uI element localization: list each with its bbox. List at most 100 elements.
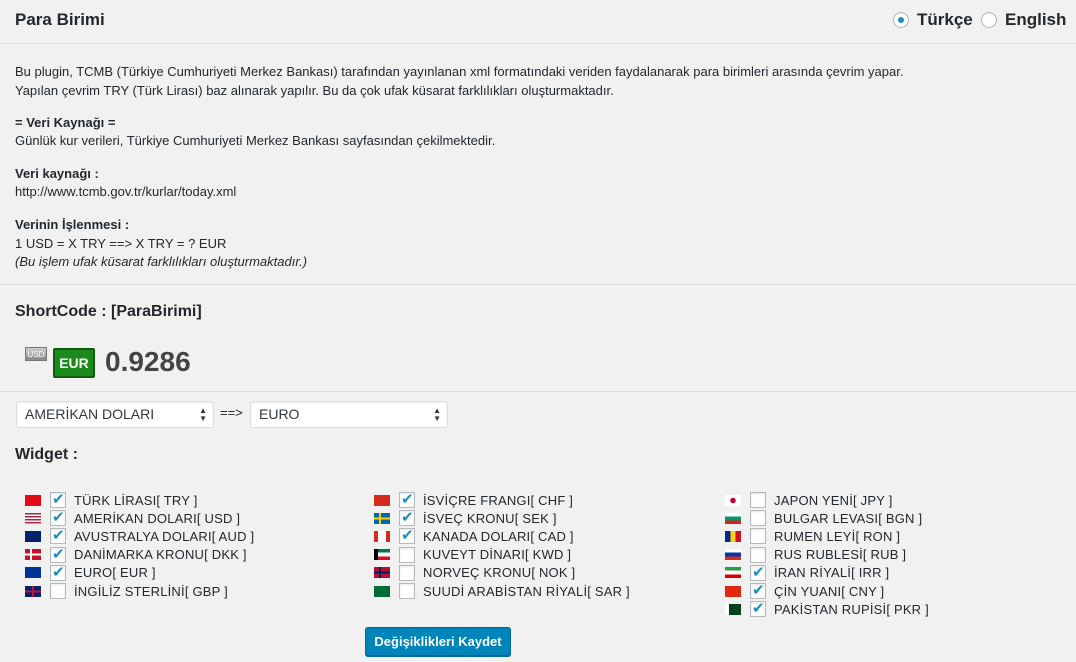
- source-heading: = Veri Kaynağı =: [15, 115, 116, 130]
- eur-badge: EUR: [53, 348, 95, 378]
- currency-checkbox[interactable]: [399, 490, 415, 508]
- widget-currency-item: ÇİN YUANI[ CNY ]: [725, 581, 885, 600]
- widget-currency-item: SUUDİ ARABİSTAN RİYALİ[ SAR ]: [374, 582, 630, 600]
- currency-checkbox[interactable]: [750, 581, 766, 599]
- currency-label: KUVEYT DİNARI[ KWD ]: [423, 547, 572, 563]
- widget-currency-item: PAKİSTAN RUPİSİ[ PKR ]: [725, 599, 929, 618]
- widget-currency-item: AMERİKAN DOLARI[ USD ]: [25, 508, 241, 527]
- lang-option-tr[interactable]: Türkçe: [893, 10, 973, 30]
- currency-checkbox[interactable]: [750, 563, 766, 581]
- widget-currency-item: İNGİLİZ STERLİNİ[ GBP ]: [25, 582, 228, 600]
- shortcode-heading: ShortCode : [ParaBirimi]: [15, 303, 202, 320]
- tr-flag-icon: [25, 494, 41, 506]
- currency-label: NORVEÇ KRONU[ NOK ]: [423, 565, 576, 581]
- currency-checkbox[interactable]: [399, 583, 415, 599]
- currency-checkbox[interactable]: [50, 563, 66, 581]
- currency-checkbox[interactable]: [750, 599, 766, 618]
- ru-flag-icon: [725, 549, 741, 561]
- lang-en-radio[interactable]: [981, 12, 997, 28]
- description-line-2: Yapılan çevrim TRY (Türk Lirası) baz alı…: [15, 83, 614, 98]
- save-changes-button[interactable]: Değişiklikleri Kaydet: [365, 627, 511, 656]
- currency-label: RUMEN LEYİ[ RON ]: [774, 528, 901, 544]
- divider: [0, 391, 1076, 392]
- divider: [0, 284, 1076, 285]
- currency-checkbox[interactable]: [399, 526, 415, 545]
- currency-checkbox[interactable]: [50, 583, 66, 599]
- currency-checkbox[interactable]: [50, 526, 66, 545]
- us-flag-icon: [25, 512, 41, 524]
- dk-flag-icon: [25, 549, 41, 561]
- widget-currency-item: BULGAR LEVASI[ BGN ]: [725, 509, 922, 527]
- currency-label: PAKİSTAN RUPİSİ[ PKR ]: [774, 601, 929, 617]
- gb-flag-icon: [25, 585, 41, 597]
- widget-currency-item: NORVEÇ KRONU[ NOK ]: [374, 564, 575, 582]
- cn-flag-icon: [725, 585, 741, 597]
- description-line-1: Bu plugin, TCMB (Türkiye Cumhuriyeti Mer…: [15, 64, 904, 79]
- widget-currency-item: JAPON YENİ[ JPY ]: [725, 491, 893, 509]
- sa-flag-icon: [374, 585, 390, 597]
- page-header: Para Birimi Türkçe English: [0, 0, 1076, 44]
- currency-label: SUUDİ ARABİSTAN RİYALİ[ SAR ]: [423, 583, 630, 599]
- currency-label: BULGAR LEVASI[ BGN ]: [774, 510, 923, 526]
- currency-label: İSVİÇRE FRANGI[ CHF ]: [423, 492, 574, 508]
- source-url: http://www.tcmb.gov.tr/kurlar/today.xml: [15, 184, 237, 199]
- currency-label: İRAN RİYALİ[ IRR ]: [774, 565, 890, 581]
- from-currency-select[interactable]: AMERİKAN DOLARI ▲ ▼: [16, 401, 214, 428]
- currency-checkbox[interactable]: [399, 508, 415, 527]
- lang-en-label: English: [1005, 10, 1067, 29]
- eu-flag-icon: [25, 567, 41, 579]
- widget-currency-item: KUVEYT DİNARI[ KWD ]: [374, 546, 571, 564]
- widget-currency-item: İSVİÇRE FRANGI[ CHF ]: [374, 490, 574, 509]
- ch-flag-icon: [374, 494, 390, 506]
- to-currency-value: EURO: [259, 406, 300, 422]
- kw-flag-icon: [374, 549, 390, 561]
- no-flag-icon: [374, 567, 390, 579]
- usd-badge: USD: [25, 347, 47, 361]
- currency-checkbox[interactable]: [750, 492, 766, 508]
- currency-label: AMERİKAN DOLARI[ USD ]: [74, 510, 241, 526]
- select-arrows-icon: ▲ ▼: [433, 406, 441, 423]
- currency-label: ÇİN YUANI[ CNY ]: [774, 583, 885, 599]
- currency-label: İSVEÇ KRONU[ SEK ]: [423, 510, 557, 526]
- process-text: 1 USD = X TRY ==> X TRY = ? EUR: [15, 236, 227, 251]
- select-arrows-icon: ▲ ▼: [199, 406, 207, 423]
- source-text: Günlük kur verileri, Türkiye Cumhuriyeti…: [15, 133, 496, 148]
- widget-currency-item: RUS RUBLESİ[ RUB ]: [725, 546, 906, 564]
- ir-flag-icon: [725, 567, 741, 579]
- currency-label: EURO[ EUR ]: [74, 565, 156, 581]
- lang-tr-label: Türkçe: [917, 10, 973, 29]
- currency-label: AVUSTRALYA DOLARI[ AUD ]: [74, 528, 255, 544]
- process-label: Verinin İşlenmesi :: [15, 217, 130, 232]
- lang-tr-radio[interactable]: [893, 12, 909, 28]
- lang-option-en[interactable]: English: [981, 10, 1066, 30]
- au-flag-icon: [25, 530, 41, 542]
- widget-currency-item: RUMEN LEYİ[ RON ]: [725, 527, 900, 545]
- currency-checkbox[interactable]: [750, 546, 766, 563]
- currency-label: RUS RUBLESİ[ RUB ]: [774, 547, 907, 563]
- to-currency-select[interactable]: EURO ▲ ▼: [250, 401, 448, 428]
- source-label: Veri kaynağı :: [15, 166, 99, 181]
- currency-checkbox[interactable]: [399, 564, 415, 581]
- widget-currency-item: AVUSTRALYA DOLARI[ AUD ]: [25, 526, 255, 545]
- process-note: (Bu işlem ufak küsarat farklılıkları olu…: [15, 254, 308, 269]
- widget-heading: Widget :: [15, 446, 78, 463]
- bg-flag-icon: [725, 512, 741, 524]
- currency-checkbox[interactable]: [50, 490, 66, 508]
- exchange-rate: 0.9286: [105, 346, 191, 377]
- currency-checkbox[interactable]: [399, 546, 415, 563]
- currency-label: KANADA DOLARI[ CAD ]: [423, 528, 574, 544]
- widget-currency-item: DANİMARKA KRONU[ DKK ]: [25, 545, 247, 564]
- widget-currency-item: İRAN RİYALİ[ IRR ]: [725, 563, 890, 582]
- pk-flag-icon: [725, 603, 741, 615]
- jp-flag-icon: [725, 494, 741, 506]
- currency-checkbox[interactable]: [50, 508, 66, 527]
- currency-label: TÜRK LİRASI[ TRY ]: [74, 492, 198, 508]
- currency-label: İNGİLİZ STERLİNİ[ GBP ]: [74, 583, 228, 599]
- currency-label: JAPON YENİ[ JPY ]: [774, 492, 893, 508]
- currency-checkbox[interactable]: [750, 510, 766, 527]
- currency-checkbox[interactable]: [750, 528, 766, 545]
- currency-checkbox[interactable]: [50, 545, 66, 563]
- widget-currency-item: EURO[ EUR ]: [25, 563, 156, 582]
- currency-label: DANİMARKA KRONU[ DKK ]: [74, 547, 247, 563]
- widget-currency-item: İSVEÇ KRONU[ SEK ]: [374, 508, 557, 527]
